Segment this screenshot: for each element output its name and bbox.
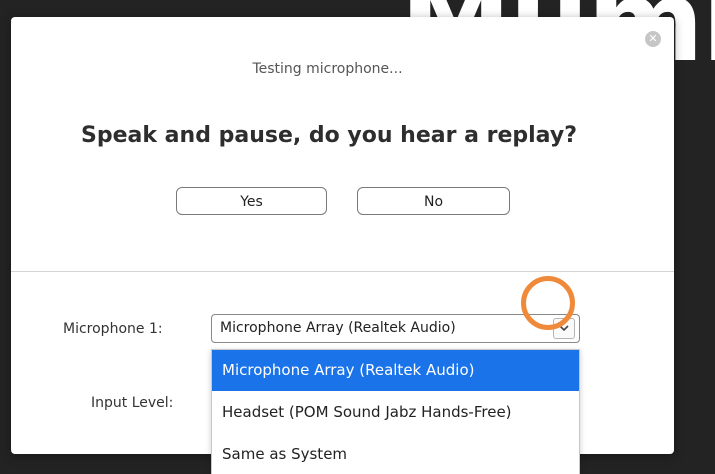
yes-button[interactable]: Yes [176,187,327,215]
microphone-select[interactable]: Microphone Array (Realtek Audio) [211,314,580,343]
dropdown-toggle[interactable] [553,318,575,339]
microphone-dropdown-list: Microphone Array (Realtek Audio) Headset… [211,349,580,474]
section-divider [11,271,674,272]
microphone-test-dialog: ✕ Testing microphone... Speak and pause,… [11,17,674,474]
dropdown-option-microphone-array[interactable]: Microphone Array (Realtek Audio) [212,350,579,391]
chevron-down-icon [559,325,569,332]
no-button[interactable]: No [357,187,510,215]
microphone-select-value: Microphone Array (Realtek Audio) [220,320,456,336]
input-level-label: Input Level: [91,395,174,411]
microphone-label: Microphone 1: [63,321,163,337]
close-icon[interactable]: ✕ [645,31,661,47]
screen: Mumie ✕ Testing microphone... Speak and … [0,0,715,474]
dropdown-option-headset[interactable]: Headset (POM Sound Jabz Hands-Free) [212,391,579,433]
status-text: Testing microphone... [252,61,403,77]
dropdown-option-same-as-system[interactable]: Same as System [212,433,579,474]
replay-question: Speak and pause, do you hear a replay? [81,123,577,148]
